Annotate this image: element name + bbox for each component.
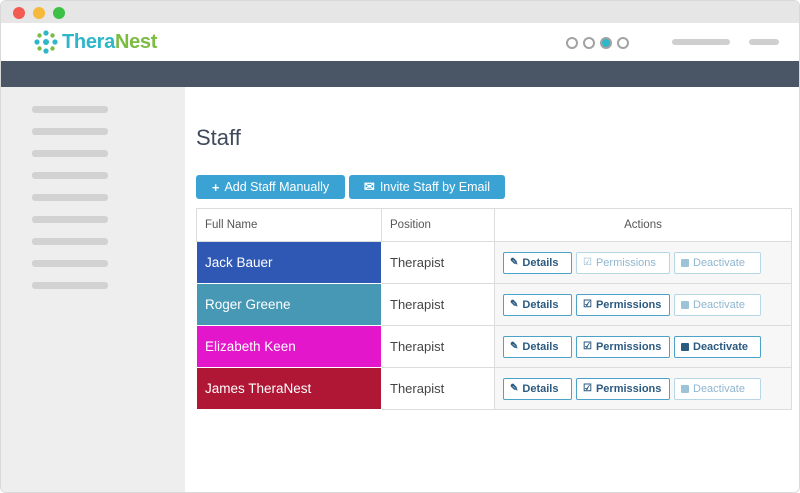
action-button-group: ✎ Details ☑ Permissions Deactivate	[503, 293, 783, 316]
staff-actions-cell: ✎ Details ☑ Permissions Deactivate	[494, 325, 792, 368]
sidebar-item[interactable]	[32, 194, 108, 201]
details-button[interactable]: ✎ Details	[503, 251, 572, 274]
invite-staff-by-email-button[interactable]: ✉ Invite Staff by Email	[349, 175, 505, 199]
sidebar-item[interactable]	[32, 282, 108, 289]
table-row: Jack Bauer Therapist ✎ Details ☑ Permissions D…	[196, 241, 792, 284]
staff-actions-cell: ✎ Details ☑ Permissions Deactivate	[494, 367, 792, 410]
staff-actions-cell: ✎ Details ☑ Permissions Deactivate	[494, 283, 792, 326]
permissions-button[interactable]: ☑ Permissions	[576, 251, 670, 274]
deactivate-label: Deactivate	[693, 340, 749, 353]
header-icon-group	[566, 37, 629, 49]
deactivate-label: Deactivate	[693, 382, 745, 395]
staff-name-cell[interactable]: James TheraNest	[196, 367, 382, 410]
profile-icon[interactable]	[617, 37, 629, 49]
app-window: TheraNest Staff + Add Staff Manually ✉ I…	[0, 0, 800, 493]
details-label: Details	[522, 298, 559, 311]
column-header-position[interactable]: Position	[381, 208, 495, 242]
details-button[interactable]: ✎ Details	[503, 335, 572, 358]
staff-name-cell[interactable]: Elizabeth Keen	[196, 325, 382, 368]
main-content: Staff + Add Staff Manually ✉ Invite Staf…	[185, 87, 799, 492]
details-button[interactable]: ✎ Details	[503, 293, 572, 316]
top-navbar	[1, 61, 799, 87]
theranest-logo[interactable]: TheraNest	[33, 29, 157, 55]
deactivate-label: Deactivate	[693, 256, 745, 269]
header-placeholder-link[interactable]	[672, 39, 730, 45]
notification-icon[interactable]	[566, 37, 578, 49]
checkbox-icon: ☑	[583, 257, 592, 268]
sidebar-item[interactable]	[32, 128, 108, 135]
add-staff-manually-button[interactable]: + Add Staff Manually	[196, 175, 345, 199]
permissions-label: Permissions	[595, 382, 662, 395]
add-staff-manually-label: Add Staff Manually	[224, 180, 330, 194]
edit-icon: ✎	[510, 341, 519, 352]
staff-table-body: Jack Bauer Therapist ✎ Details ☑ Permissions D…	[196, 241, 792, 410]
stop-icon	[681, 384, 689, 393]
staff-name-cell[interactable]: Roger Greene	[196, 283, 382, 326]
sidebar	[1, 87, 185, 492]
sidebar-item[interactable]	[32, 216, 108, 223]
details-label: Details	[522, 340, 559, 353]
window-titlebar	[1, 1, 799, 23]
maximize-window-button[interactable]	[53, 7, 65, 19]
table-row: James TheraNest Therapist ✎ Details ☑ Permiss…	[196, 367, 792, 410]
staff-position-cell: Therapist	[381, 325, 495, 368]
staff-position-cell: Therapist	[381, 241, 495, 284]
settings-icon[interactable]	[583, 37, 595, 49]
deactivate-button[interactable]: Deactivate	[674, 293, 761, 316]
app-header: TheraNest	[1, 23, 799, 61]
column-header-full-name[interactable]: Full Name	[196, 208, 382, 242]
column-header-actions: Actions	[494, 208, 792, 242]
action-button-group: ✎ Details ☑ Permissions Deactivate	[503, 335, 783, 358]
table-row: Elizabeth Keen Therapist ✎ Details ☑ Permissi…	[196, 325, 792, 368]
table-row: Roger Greene Therapist ✎ Details ☑ Permission…	[196, 283, 792, 326]
permissions-label: Permissions	[595, 298, 662, 311]
table-header-row: Full Name Position Actions	[196, 208, 792, 242]
stop-icon	[681, 258, 689, 267]
details-label: Details	[522, 256, 559, 269]
staff-position-cell: Therapist	[381, 283, 495, 326]
page-title: Staff	[196, 125, 241, 150]
minimize-window-button[interactable]	[33, 7, 45, 19]
sidebar-item[interactable]	[32, 238, 108, 245]
staff-actions-cell: ✎ Details ☑ Permissions Deactivate	[494, 241, 792, 284]
sidebar-item[interactable]	[32, 260, 108, 267]
permissions-button[interactable]: ☑ Permissions	[576, 293, 670, 316]
sidebar-item[interactable]	[32, 172, 108, 179]
staff-name-cell[interactable]: Jack Bauer	[196, 241, 382, 284]
header-placeholder-link-2[interactable]	[749, 39, 779, 45]
envelope-icon: ✉	[363, 179, 375, 194]
chat-icon[interactable]	[600, 37, 612, 49]
deactivate-label: Deactivate	[693, 298, 745, 311]
plus-icon: +	[211, 179, 220, 195]
edit-icon: ✎	[510, 299, 519, 310]
logo-text-nest: Nest	[114, 30, 158, 53]
logo-icon	[34, 30, 58, 54]
permissions-button[interactable]: ☑ Permissions	[576, 335, 670, 358]
staff-position-cell: Therapist	[381, 367, 495, 410]
permissions-label: Permissions	[595, 340, 662, 353]
staff-table: Full Name Position Actions Jack Bauer The…	[196, 208, 792, 410]
deactivate-button[interactable]: Deactivate	[674, 251, 761, 274]
stop-icon	[681, 300, 689, 309]
checkbox-icon: ☑	[583, 299, 592, 310]
sidebar-item[interactable]	[32, 150, 108, 157]
deactivate-button[interactable]: Deactivate	[674, 377, 761, 400]
action-button-group: ✎ Details ☑ Permissions Deactivate	[503, 251, 783, 274]
edit-icon: ✎	[510, 383, 519, 394]
sidebar-item[interactable]	[32, 106, 108, 113]
details-button[interactable]: ✎ Details	[503, 377, 572, 400]
permissions-button[interactable]: ☑ Permissions	[576, 377, 670, 400]
checkbox-icon: ☑	[583, 341, 592, 352]
close-window-button[interactable]	[13, 7, 25, 19]
logo-text-thera: Thera	[62, 30, 115, 53]
edit-icon: ✎	[510, 257, 519, 268]
deactivate-button[interactable]: Deactivate	[674, 335, 761, 358]
invite-staff-by-email-label: Invite Staff by Email	[379, 180, 491, 194]
details-label: Details	[522, 382, 559, 395]
stop-icon	[681, 342, 689, 351]
checkbox-icon: ☑	[583, 383, 592, 394]
permissions-label: Permissions	[595, 256, 656, 269]
action-button-group: ✎ Details ☑ Permissions Deactivate	[503, 377, 783, 400]
